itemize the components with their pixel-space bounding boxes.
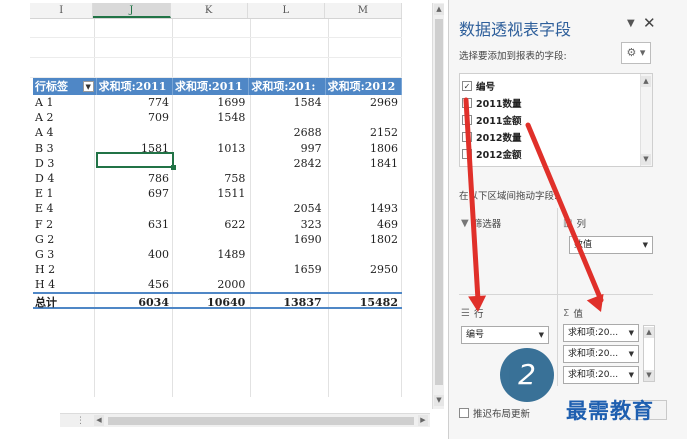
arrow-to-rows-shaft: [463, 97, 481, 303]
arrow-to-values-shaft: [525, 122, 604, 303]
arrow-group: [463, 97, 604, 312]
annotation-arrows: [463, 97, 604, 312]
arrow-to-rows-head: [468, 295, 487, 312]
step-number-badge: 2: [500, 348, 554, 402]
watermark-logo: 最需教育: [566, 398, 654, 423]
arrow-to-values-head: [586, 293, 604, 312]
